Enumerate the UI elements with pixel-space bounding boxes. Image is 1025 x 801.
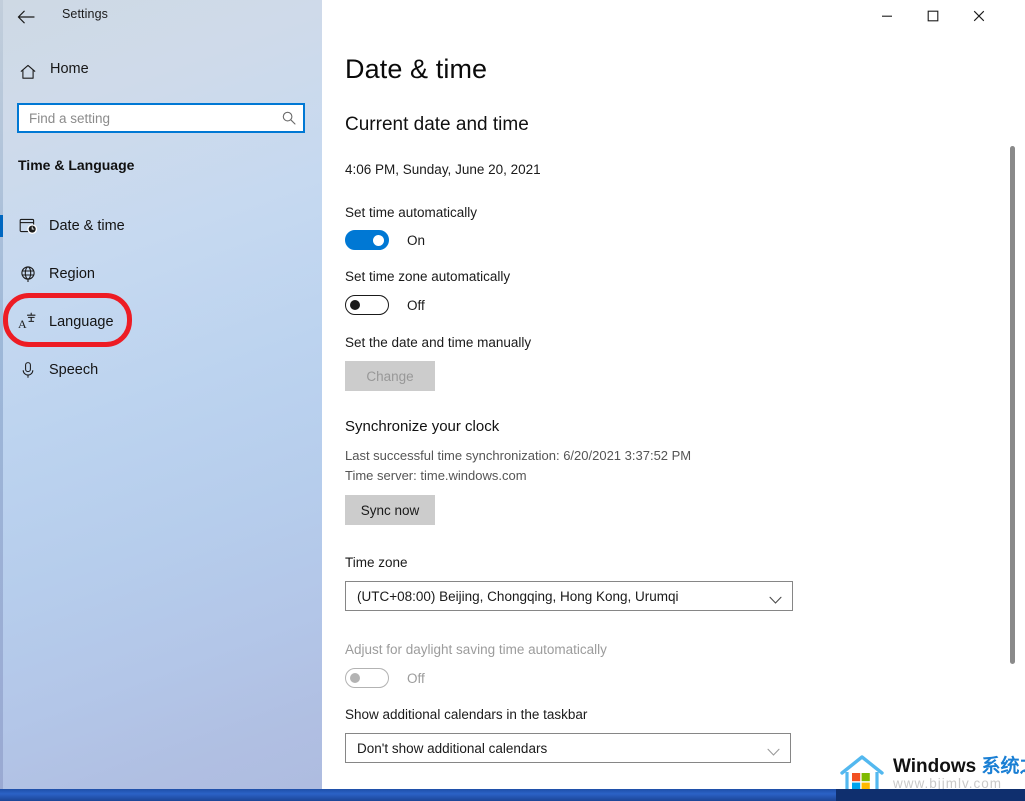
close-icon	[973, 10, 985, 22]
set-time-zone-automatically-row[interactable]: Off	[345, 295, 425, 315]
sidebar-left-edge	[0, 0, 3, 789]
sidebar-item-language-label: Language	[49, 314, 114, 330]
watermark-brand: Windows 系统之家	[893, 755, 1025, 777]
sidebar-item-home[interactable]: Home	[0, 58, 322, 86]
additional-calendars-label: Show additional calendars in the taskbar	[345, 707, 588, 722]
set-time-zone-automatically-toggle[interactable]	[345, 295, 389, 315]
watermark-brand-en: Windows	[893, 755, 982, 777]
daylight-saving-state: Off	[407, 670, 425, 686]
globe-icon	[17, 263, 39, 285]
sidebar-item-date-time-label: Date & time	[49, 218, 125, 234]
section-heading-synchronize: Synchronize your clock	[345, 418, 500, 435]
sidebar-item-language[interactable]: A Language	[0, 302, 322, 342]
app-title: Settings	[62, 7, 108, 21]
toggle-knob	[350, 299, 360, 310]
search-input[interactable]	[19, 105, 277, 131]
chevron-down-icon	[767, 744, 780, 762]
daylight-saving-row: Off	[345, 668, 425, 688]
toggle-knob	[350, 672, 360, 683]
sidebar-item-region[interactable]: Region	[0, 254, 322, 294]
maximize-button[interactable]	[910, 0, 956, 32]
home-icon	[18, 62, 38, 82]
daylight-saving-toggle	[345, 668, 389, 688]
microphone-icon	[17, 359, 39, 381]
page-title: Date & time	[345, 54, 488, 84]
taskbar-strip-right	[836, 789, 1025, 801]
sidebar-item-date-time[interactable]: Date & time	[0, 206, 322, 246]
set-manually-label: Set the date and time manually	[345, 335, 532, 350]
current-date-time-value: 4:06 PM, Sunday, June 20, 2021	[345, 162, 541, 177]
sidebar-item-speech-label: Speech	[49, 362, 99, 378]
time-zone-selected-value: (UTC+08:00) Beijing, Chongqing, Hong Kon…	[357, 588, 679, 604]
time-zone-dropdown[interactable]: (UTC+08:00) Beijing, Chongqing, Hong Kon…	[345, 581, 793, 611]
scrollbar-track[interactable]	[1010, 36, 1020, 785]
time-zone-label: Time zone	[345, 555, 408, 570]
set-time-automatically-state: On	[407, 232, 426, 248]
titlebar-right	[322, 0, 1025, 32]
search-box[interactable]	[17, 103, 305, 133]
set-time-automatically-row[interactable]: On	[345, 230, 425, 250]
settings-window: Settings Home Time & Language	[0, 0, 1025, 801]
last-sync-text: Last successful time synchronization: 6/…	[345, 448, 692, 463]
sidebar-item-region-label: Region	[49, 266, 95, 282]
section-heading-current: Current date and time	[345, 114, 529, 135]
back-arrow-icon	[17, 10, 35, 24]
language-a-icon: A	[17, 311, 39, 333]
selection-indicator	[0, 215, 3, 237]
back-button[interactable]	[12, 4, 40, 30]
minimize-button[interactable]	[864, 0, 910, 32]
titlebar-left: Settings	[0, 0, 322, 32]
content-pane: Date & time Current date and time 4:06 P…	[322, 0, 1025, 789]
sidebar-item-home-label: Home	[50, 61, 89, 77]
chevron-down-icon	[769, 592, 782, 610]
set-time-automatically-label: Set time automatically	[345, 205, 478, 220]
maximize-icon	[927, 10, 939, 22]
search-icon[interactable]	[281, 110, 297, 126]
additional-calendars-selected-value: Don't show additional calendars	[357, 740, 548, 756]
toggle-knob	[373, 235, 384, 246]
time-server-text: Time server: time.windows.com	[345, 468, 527, 483]
sidebar: Settings Home Time & Language	[0, 0, 322, 789]
sidebar-section-title: Time & Language	[18, 157, 135, 173]
additional-calendars-dropdown[interactable]: Don't show additional calendars	[345, 733, 791, 763]
sync-now-button[interactable]: Sync now	[345, 495, 435, 525]
watermark-text: Windows 系统之家 www.bjjmlv.com	[893, 755, 1025, 791]
set-time-zone-automatically-label: Set time zone automatically	[345, 269, 511, 284]
daylight-saving-label: Adjust for daylight saving time automati…	[345, 642, 607, 657]
watermark-brand-cn: 系统之家	[981, 755, 1025, 777]
change-button[interactable]: Change	[345, 361, 435, 391]
set-time-automatically-toggle[interactable]	[345, 230, 389, 250]
scrollbar-thumb[interactable]	[1010, 146, 1015, 664]
svg-text:A: A	[18, 317, 27, 331]
close-button[interactable]	[956, 0, 1002, 32]
sidebar-item-speech[interactable]: Speech	[0, 350, 322, 390]
minimize-icon	[882, 15, 892, 17]
set-time-zone-automatically-state: Off	[407, 297, 425, 313]
calendar-clock-icon	[17, 215, 39, 237]
